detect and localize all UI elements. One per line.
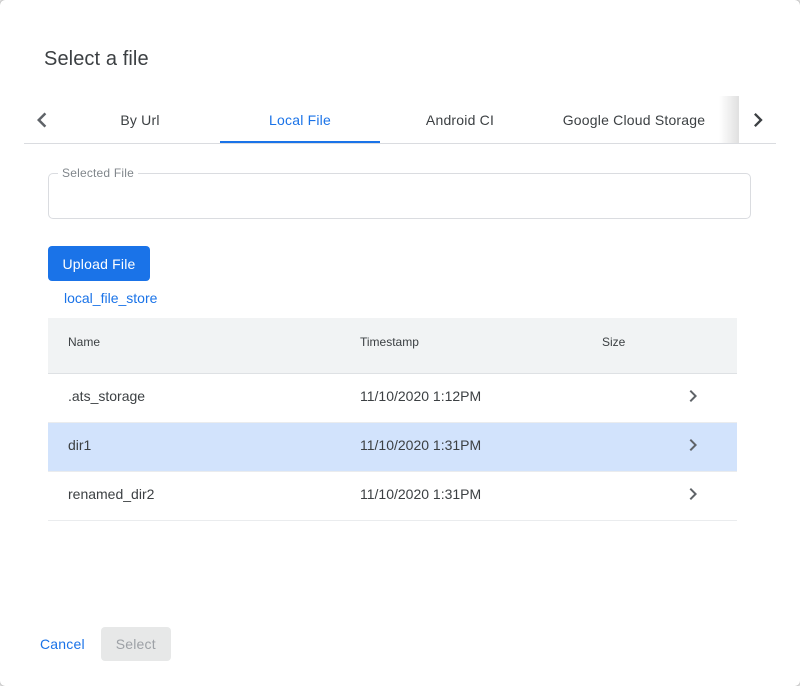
table-row[interactable]: renamed_dir2 11/10/2020 1:31PM bbox=[48, 472, 737, 521]
chevron-right-icon bbox=[681, 482, 705, 506]
tabs-scroll-shadow bbox=[719, 96, 739, 143]
local-file-store-link[interactable]: local_file_store bbox=[64, 290, 157, 306]
tabs-scroll-right-button[interactable] bbox=[739, 96, 776, 143]
cell-timestamp: 11/10/2020 1:12PM bbox=[340, 388, 582, 404]
tab-android-ci[interactable]: Android CI bbox=[380, 96, 540, 143]
tab-by-url[interactable]: By Url bbox=[60, 96, 220, 143]
chevron-left-icon bbox=[27, 105, 57, 135]
cell-timestamp: 11/10/2020 1:31PM bbox=[340, 486, 582, 502]
cell-timestamp: 11/10/2020 1:31PM bbox=[340, 437, 582, 453]
tab-label: Local File bbox=[269, 112, 331, 128]
table-row[interactable]: .ats_storage 11/10/2020 1:12PM bbox=[48, 374, 737, 423]
upload-file-button[interactable]: Upload File bbox=[48, 246, 150, 281]
column-header-name: Name bbox=[48, 335, 340, 349]
cell-name: dir1 bbox=[48, 437, 340, 453]
selected-file-input[interactable] bbox=[61, 178, 738, 214]
tab-local-file[interactable]: Local File bbox=[220, 96, 380, 143]
chevron-right-icon bbox=[744, 106, 772, 134]
table-header-row: Name Timestamp Size bbox=[48, 318, 737, 374]
selected-file-field: Selected File bbox=[48, 173, 751, 219]
select-file-dialog: Select a file By Url Local File Android … bbox=[0, 0, 800, 686]
cell-actions[interactable] bbox=[681, 384, 737, 408]
tab-bar: By Url Local File Android CI Google Clou… bbox=[24, 96, 776, 144]
tab-list: By Url Local File Android CI Google Clou… bbox=[60, 96, 728, 143]
column-header-size: Size bbox=[582, 335, 681, 349]
dialog-title: Select a file bbox=[44, 49, 149, 69]
dialog-actions: Cancel Select bbox=[24, 627, 171, 661]
cell-name: .ats_storage bbox=[48, 388, 340, 404]
tab-label: By Url bbox=[120, 112, 159, 128]
column-header-timestamp: Timestamp bbox=[340, 335, 582, 349]
file-table: Name Timestamp Size .ats_storage 11/10/2… bbox=[48, 318, 737, 521]
select-button[interactable]: Select bbox=[101, 627, 171, 661]
cell-name: renamed_dir2 bbox=[48, 486, 340, 502]
cancel-button[interactable]: Cancel bbox=[24, 627, 101, 661]
table-row[interactable]: dir1 11/10/2020 1:31PM bbox=[48, 423, 737, 472]
cell-actions[interactable] bbox=[681, 482, 737, 506]
cell-actions[interactable] bbox=[681, 433, 737, 457]
tabs-scroll-left-button[interactable] bbox=[24, 96, 60, 144]
chevron-right-icon bbox=[681, 384, 705, 408]
tab-label: Android CI bbox=[426, 112, 494, 128]
chevron-right-icon bbox=[681, 433, 705, 457]
tab-google-cloud-storage[interactable]: Google Cloud Storage bbox=[540, 96, 728, 143]
tab-label: Google Cloud Storage bbox=[563, 112, 706, 128]
